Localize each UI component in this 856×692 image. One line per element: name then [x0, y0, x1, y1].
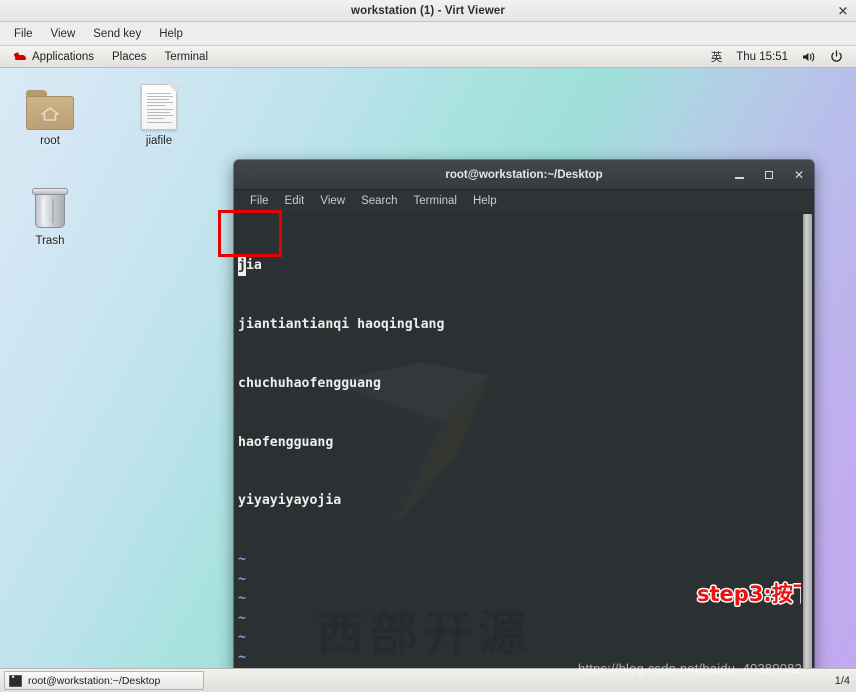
terminal-text-area[interactable]: jia jiantiantianqi haoqinglang chuchuhao… — [234, 212, 801, 668]
viewer-close-button[interactable]: ✕ — [836, 4, 850, 17]
volume-icon[interactable] — [795, 49, 823, 65]
panel-applications-label: Applications — [32, 50, 95, 63]
terminal-menubar: File Edit View Search Terminal Help — [234, 190, 814, 212]
terminal-window: root@workstation:~/Desktop ✕ File Edit V… — [234, 160, 814, 668]
terminal-line: jiantiantianqi haoqinglang — [238, 316, 445, 332]
taskbar-window-label: root@workstation:~/Desktop — [28, 674, 161, 687]
folder-icon — [6, 78, 94, 130]
panel-left-group: Applications Places Terminal — [0, 49, 217, 65]
viewer-menu-file[interactable]: File — [5, 25, 42, 43]
viewer-menu-help[interactable]: Help — [150, 25, 192, 43]
document-icon — [115, 78, 203, 130]
terminal-tilde-line: ~ — [238, 571, 246, 587]
redhat-logo-icon — [14, 52, 27, 62]
terminal-line: chuchuhaofengguang — [238, 375, 381, 391]
viewer-title: workstation (1) - Virt Viewer — [351, 4, 505, 17]
terminal-body[interactable]: 西部开源 jia jiantiantianqi haoqinglang chuc… — [234, 212, 814, 668]
panel-applications-menu[interactable]: Applications — [5, 49, 103, 65]
close-icon[interactable]: ✕ — [792, 169, 806, 181]
terminal-tilde-line: ~ — [238, 610, 246, 626]
panel-terminal-menu[interactable]: Terminal — [156, 49, 217, 65]
terminal-menu-terminal[interactable]: Terminal — [406, 193, 465, 209]
panel-places-menu[interactable]: Places — [103, 49, 156, 65]
desktop-icon-root[interactable]: root — [6, 78, 94, 147]
viewer-menubar: File View Send key Help — [0, 22, 856, 46]
terminal-menu-file[interactable]: File — [242, 193, 277, 209]
desktop-area: root jiafile Trash root@workstation:~/De… — [0, 68, 856, 668]
maximize-icon[interactable] — [762, 171, 776, 179]
terminal-line-rest: ia — [245, 258, 262, 274]
terminal-tilde-line: ~ — [238, 552, 246, 568]
terminal-line: haofengguang — [238, 434, 334, 450]
viewer-menu-view[interactable]: View — [42, 25, 85, 43]
terminal-scrollbar[interactable] — [801, 212, 814, 668]
terminal-cursor: j — [238, 256, 246, 276]
trash-icon — [6, 178, 94, 230]
terminal-line: yiyayiyayojia — [238, 493, 342, 509]
terminal-menu-edit[interactable]: Edit — [277, 193, 313, 209]
desktop-icon-label: jiafile — [145, 135, 173, 147]
viewer-menu-send-key[interactable]: Send key — [84, 25, 150, 43]
desktop-icon-label: Trash — [35, 235, 65, 247]
viewer-titlebar: workstation (1) - Virt Viewer ✕ — [0, 0, 856, 22]
desktop-icon-trash[interactable]: Trash — [6, 178, 94, 247]
taskbar-window-button[interactable]: root@workstation:~/Desktop — [4, 671, 204, 690]
terminal-menu-view[interactable]: View — [312, 193, 353, 209]
screen-root: workstation (1) - Virt Viewer ✕ File Vie… — [0, 0, 856, 692]
terminal-tilde-line: ~ — [238, 650, 246, 666]
scrollbar-thumb[interactable] — [803, 214, 812, 668]
terminal-tilde-line: ~ — [238, 591, 246, 607]
bottom-taskbar: root@workstation:~/Desktop 1/4 — [0, 668, 856, 692]
panel-tray-group: 英 Thu 15:51 — [704, 47, 856, 67]
gnome-top-panel: Applications Places Terminal 英 Thu 15:51 — [0, 46, 856, 68]
desktop-icon-label: root — [40, 135, 60, 147]
terminal-menu-help[interactable]: Help — [465, 193, 505, 209]
input-method-indicator[interactable]: 英 — [704, 47, 730, 67]
terminal-window-controls: ✕ — [732, 160, 806, 190]
workspace-count: 1/4 — [834, 674, 850, 687]
clock[interactable]: Thu 15:51 — [729, 49, 795, 65]
minimize-icon[interactable] — [732, 171, 746, 179]
terminal-tilde-lines: ~~~~~~~~~~~~~~~ — [238, 550, 801, 668]
desktop-icon-jiafile[interactable]: jiafile — [115, 78, 203, 147]
terminal-line-cursor: jia — [238, 256, 801, 276]
power-icon[interactable] — [823, 48, 850, 65]
terminal-title: root@workstation:~/Desktop — [445, 168, 603, 181]
terminal-icon — [9, 672, 22, 687]
terminal-tilde-line: ~ — [238, 630, 246, 646]
terminal-titlebar[interactable]: root@workstation:~/Desktop ✕ — [234, 160, 814, 190]
terminal-menu-search[interactable]: Search — [353, 193, 405, 209]
